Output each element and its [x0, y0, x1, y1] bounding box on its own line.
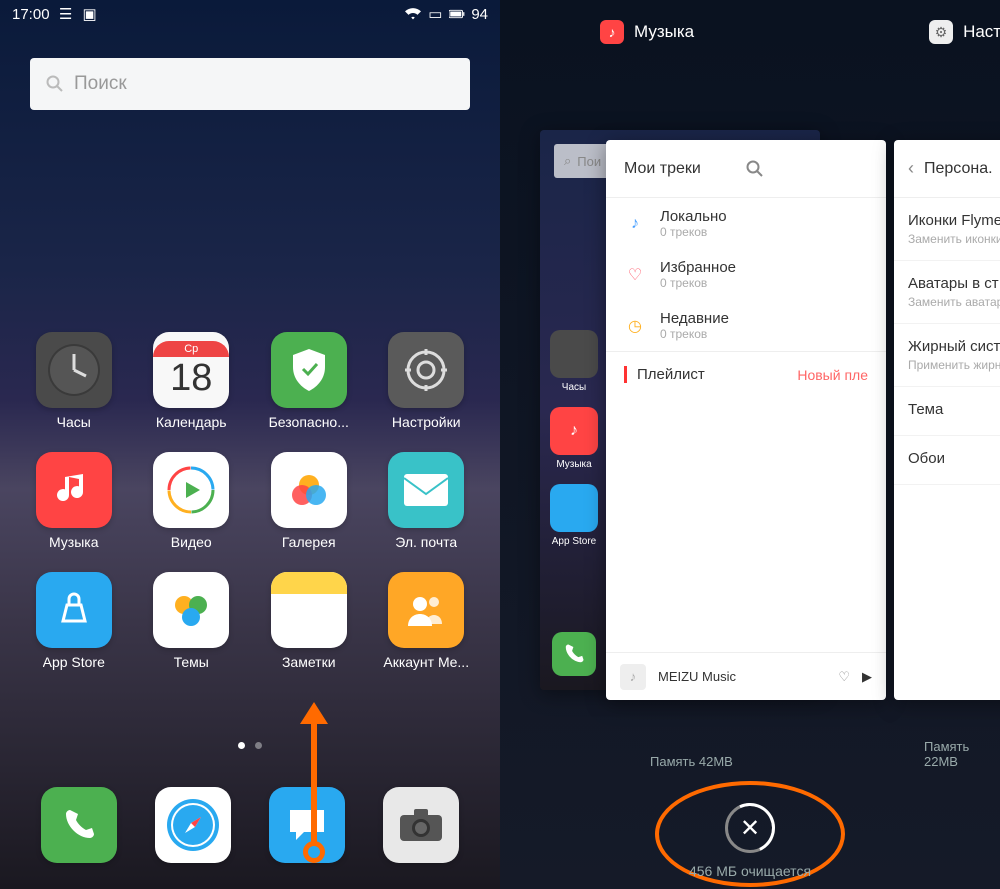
clock-icon: ◷ — [624, 315, 646, 337]
back-icon[interactable]: ‹ — [908, 158, 914, 179]
status-bar: 17:00 ☰ ▣ ▭ 94 — [0, 0, 500, 28]
music-icon: ♪ — [600, 20, 624, 44]
video-icon — [153, 452, 229, 528]
app-security[interactable]: Безопасно... — [253, 332, 365, 430]
music-item-recent[interactable]: ◷Недавние0 треков — [606, 300, 886, 351]
recents-tab-settings[interactable]: ⚙ Настро — [929, 20, 1000, 44]
music-icon: ♪ — [624, 213, 646, 235]
app-video[interactable]: Видео — [136, 452, 248, 550]
status-time: 17:00 — [12, 6, 50, 23]
recents-card-music[interactable]: Мои треки ♪Локально0 треков ♡Избранное0 … — [606, 140, 886, 700]
themes-icon — [153, 572, 229, 648]
mail-icon — [388, 452, 464, 528]
app-music[interactable]: Музыка — [18, 452, 130, 550]
shield-icon — [271, 332, 347, 408]
app-gallery[interactable]: Галерея — [253, 452, 365, 550]
music-icon: ♪ — [620, 664, 646, 690]
settings-row-theme[interactable]: Тема — [894, 387, 1000, 436]
play-icon[interactable]: ▶ — [862, 669, 872, 685]
app-grid: Часы Ср18Календарь Безопасно... Настройк… — [0, 332, 500, 670]
search-icon — [46, 75, 64, 93]
music-header: Мои треки — [606, 140, 886, 198]
dock-browser[interactable] — [155, 787, 231, 863]
heart-icon[interactable]: ♡ — [838, 669, 850, 685]
account-icon — [388, 572, 464, 648]
music-item-local[interactable]: ♪Локально0 треков — [606, 198, 886, 249]
app-appstore[interactable]: App Store — [18, 572, 130, 670]
dock-camera[interactable] — [383, 787, 459, 863]
memory-music: Память 42MB — [650, 754, 733, 769]
battery-percent: 94 — [471, 6, 488, 23]
search-icon[interactable] — [746, 160, 868, 178]
settings-header: ‹ Персона. — [894, 140, 1000, 198]
app-calendar[interactable]: Ср18Календарь — [136, 332, 248, 430]
gear-icon: ⚙ — [929, 20, 953, 44]
sim-icon: ▭ — [427, 6, 443, 22]
settings-row-avatars[interactable]: Аватары в стЗаменить аватар стиле Flyme — [894, 261, 1000, 324]
gallery-icon — [271, 452, 347, 528]
mini-phone-icon — [552, 632, 596, 676]
recents-cards: ⌕Пои Часы ♪Музыка App Store Мои треки ♪Л… — [500, 130, 1000, 720]
appstore-icon — [36, 572, 112, 648]
recents-tab-music[interactable]: ♪ Музыка — [600, 20, 694, 44]
clear-all-button[interactable]: ✕ — [725, 803, 775, 853]
recents-card-settings[interactable]: ‹ Персона. Иконки FlymeЗаменить иконки с… — [894, 140, 1000, 700]
settings-row-wallpaper[interactable]: Обои — [894, 436, 1000, 485]
gear-icon — [388, 332, 464, 408]
app-notes[interactable]: Заметки — [253, 572, 365, 670]
app-themes[interactable]: Темы — [136, 572, 248, 670]
app-settings[interactable]: Настройки — [371, 332, 483, 430]
recents-screen: ♪ Музыка ⚙ Настро ⌕Пои Часы ♪Музыка App … — [500, 0, 1000, 889]
app-clock[interactable]: Часы — [18, 332, 130, 430]
heart-icon: ♡ — [624, 264, 646, 286]
music-playlist-row[interactable]: ПлейлистНовый пле — [606, 351, 886, 397]
app-mail[interactable]: Эл. почта — [371, 452, 483, 550]
clock-icon — [36, 332, 112, 408]
list-icon: ☰ — [58, 6, 74, 22]
tutorial-arrow — [300, 702, 328, 863]
wifi-icon — [405, 6, 421, 22]
search-bar[interactable]: Поиск — [30, 58, 470, 110]
page-dots — [0, 742, 500, 749]
settings-row-icons[interactable]: Иконки FlymeЗаменить иконки стиле Flyme — [894, 198, 1000, 261]
music-nowplaying[interactable]: ♪ MEIZU Music ♡ ▶ — [606, 652, 886, 700]
calendar-icon: Ср18 — [153, 332, 229, 408]
search-placeholder: Поиск — [74, 73, 127, 95]
music-icon — [36, 452, 112, 528]
app-account[interactable]: Аккаунт Me... — [371, 572, 483, 670]
recents-header: ♪ Музыка ⚙ Настро — [500, 0, 1000, 58]
dock — [0, 787, 500, 863]
home-screen: 17:00 ☰ ▣ ▭ 94 Поиск Часы Ср18Календарь … — [0, 0, 500, 889]
picture-icon: ▣ — [82, 6, 98, 22]
settings-row-bold[interactable]: Жирный систПрименить жирн — [894, 324, 1000, 387]
notes-icon — [271, 572, 347, 648]
dock-phone[interactable] — [41, 787, 117, 863]
clearing-text: 456 МБ очищается — [689, 863, 811, 879]
battery-icon — [449, 6, 465, 22]
memory-settings: Память 22MB — [924, 739, 1000, 769]
music-item-fav[interactable]: ♡Избранное0 треков — [606, 249, 886, 300]
